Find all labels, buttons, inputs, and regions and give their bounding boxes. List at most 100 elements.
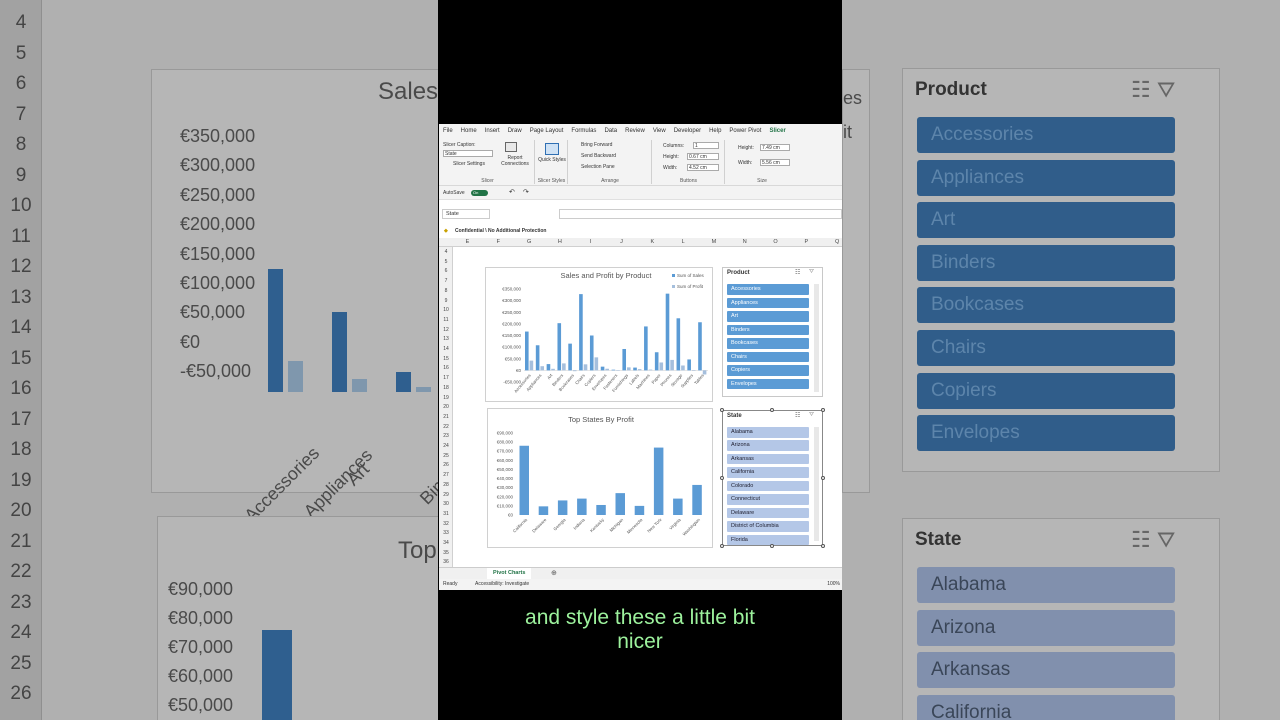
row-header[interactable]: 19: [439, 395, 453, 401]
button-height-input[interactable]: 0.67 cm: [687, 153, 719, 160]
row-header[interactable]: 36: [439, 559, 453, 565]
row-header[interactable]: 22: [439, 424, 453, 430]
column-header[interactable]: O: [760, 238, 791, 247]
row-header[interactable]: 25: [439, 453, 453, 459]
slicer-caption-input[interactable]: State: [443, 150, 493, 157]
redo-icon[interactable]: ↷: [523, 188, 529, 196]
column-header[interactable]: K: [637, 238, 668, 247]
resize-handle-bm[interactable]: [770, 544, 774, 548]
product-slicer-scrollbar[interactable]: [814, 284, 819, 392]
row-header[interactable]: 15: [439, 356, 453, 362]
state-slicer[interactable]: State ☷ ⛛ Alabama Arizona Arkansas Californ…: [722, 410, 823, 546]
column-header[interactable]: L: [668, 238, 699, 247]
add-sheet-icon[interactable]: ⊕: [551, 569, 557, 577]
row-header[interactable]: 29: [439, 492, 453, 498]
column-header[interactable]: P: [791, 238, 822, 247]
column-header[interactable]: J: [606, 238, 637, 247]
top-states-chart[interactable]: Top States By Profit €90,000 €80,000 €70,00…: [487, 408, 713, 548]
resize-handle-tl[interactable]: [720, 408, 724, 412]
row-header[interactable]: 18: [439, 385, 453, 391]
product-item-binders[interactable]: Binders: [727, 324, 809, 335]
row-header[interactable]: 26: [439, 462, 453, 468]
zoom-level[interactable]: 100%: [827, 579, 840, 590]
product-item-art[interactable]: Art: [727, 311, 809, 322]
row-header[interactable]: 5: [439, 259, 453, 265]
row-header[interactable]: 20: [439, 404, 453, 410]
state-item-connecticut[interactable]: Connecticut: [727, 494, 809, 505]
clear-filter-icon[interactable]: ⛛: [809, 269, 814, 276]
column-header[interactable]: H: [544, 238, 575, 247]
resize-handle-ml[interactable]: [720, 476, 724, 480]
row-header[interactable]: 28: [439, 482, 453, 488]
product-item-bookcases[interactable]: Bookcases: [727, 338, 809, 349]
state-item-arkansas[interactable]: Arkansas: [727, 453, 809, 465]
row-header[interactable]: 31: [439, 511, 453, 517]
state-item-colorado[interactable]: Colorado: [727, 480, 809, 492]
row-header[interactable]: 24: [439, 443, 453, 449]
product-item-appliances[interactable]: Appliances: [727, 297, 809, 308]
row-header[interactable]: 32: [439, 521, 453, 527]
resize-handle-bl[interactable]: [720, 544, 724, 548]
row-header[interactable]: 7: [439, 278, 453, 284]
column-header[interactable]: G: [514, 238, 545, 247]
column-header[interactable]: Q: [822, 238, 842, 247]
report-connections-button[interactable]: Report Connections: [497, 155, 533, 167]
tab-data[interactable]: Data: [600, 124, 621, 138]
resize-handle-mr[interactable]: [821, 476, 825, 480]
row-header[interactable]: 17: [439, 375, 453, 381]
product-item-copiers[interactable]: Copiers: [727, 365, 809, 376]
row-header[interactable]: 12: [439, 327, 453, 333]
product-item-envelopes[interactable]: Envelopes: [727, 378, 809, 389]
column-header[interactable]: I: [575, 238, 606, 247]
tab-page-layout[interactable]: Page Layout: [526, 124, 568, 138]
state-item-delaware[interactable]: Delaware: [727, 507, 809, 519]
columns-input[interactable]: 1: [693, 142, 719, 149]
row-header[interactable]: 13: [439, 336, 453, 342]
state-item-arizona[interactable]: Arizona: [727, 440, 809, 451]
product-slicer[interactable]: Product ☷ ⛛ Accessories Appliances Art Bind…: [722, 267, 823, 397]
tab-slicer[interactable]: Slicer: [765, 124, 790, 139]
row-header[interactable]: 21: [439, 414, 453, 420]
state-item-florida[interactable]: Florida: [727, 534, 809, 546]
product-item-accessories[interactable]: Accessories: [727, 284, 809, 295]
state-slicer-scrollbar[interactable]: [814, 427, 819, 541]
send-backward-button[interactable]: Send Backward: [581, 153, 616, 159]
resize-handle-tr[interactable]: [821, 408, 825, 412]
resize-handle-tm[interactable]: [770, 408, 774, 412]
multi-select-icon[interactable]: ☷: [795, 412, 800, 419]
tab-power-pivot[interactable]: Power Pivot: [725, 124, 765, 138]
row-header[interactable]: 23: [439, 433, 453, 439]
tab-help[interactable]: Help: [705, 124, 725, 138]
row-header[interactable]: 16: [439, 365, 453, 371]
selection-pane-button[interactable]: Selection Pane: [581, 164, 615, 170]
undo-icon[interactable]: ↶: [509, 188, 515, 196]
tab-home[interactable]: Home: [457, 124, 481, 138]
row-header[interactable]: 14: [439, 346, 453, 352]
product-item-chairs[interactable]: Chairs: [727, 351, 809, 362]
row-header[interactable]: 33: [439, 530, 453, 536]
row-header[interactable]: 30: [439, 501, 453, 507]
state-item-alabama[interactable]: Alabama: [727, 427, 809, 438]
state-item-district-of-columbia[interactable]: District of Columbia: [727, 521, 809, 532]
tab-view[interactable]: View: [649, 124, 670, 138]
column-header[interactable]: M: [698, 238, 729, 247]
column-header[interactable]: E: [452, 238, 483, 247]
slicer-settings-button[interactable]: Slicer Settings: [453, 161, 485, 167]
autosave-toggle[interactable]: On: [471, 190, 488, 196]
size-width-input[interactable]: 5.56 cm: [760, 159, 790, 166]
tab-developer[interactable]: Developer: [670, 124, 705, 138]
status-accessibility[interactable]: Accessibility: Investigate: [475, 579, 529, 590]
state-item-california[interactable]: California: [727, 467, 809, 478]
row-header[interactable]: 27: [439, 472, 453, 478]
quick-styles-button[interactable]: Quick Styles: [538, 157, 566, 163]
row-header[interactable]: 8: [439, 288, 453, 294]
row-header[interactable]: 4: [439, 249, 453, 255]
formula-input[interactable]: [559, 209, 842, 219]
bring-forward-button[interactable]: Bring Forward: [581, 142, 612, 148]
row-header[interactable]: 34: [439, 540, 453, 546]
row-header[interactable]: 9: [439, 298, 453, 304]
row-header[interactable]: 35: [439, 550, 453, 556]
tab-draw[interactable]: Draw: [504, 124, 526, 138]
row-header[interactable]: 11: [439, 317, 453, 323]
row-header[interactable]: 10: [439, 307, 453, 313]
